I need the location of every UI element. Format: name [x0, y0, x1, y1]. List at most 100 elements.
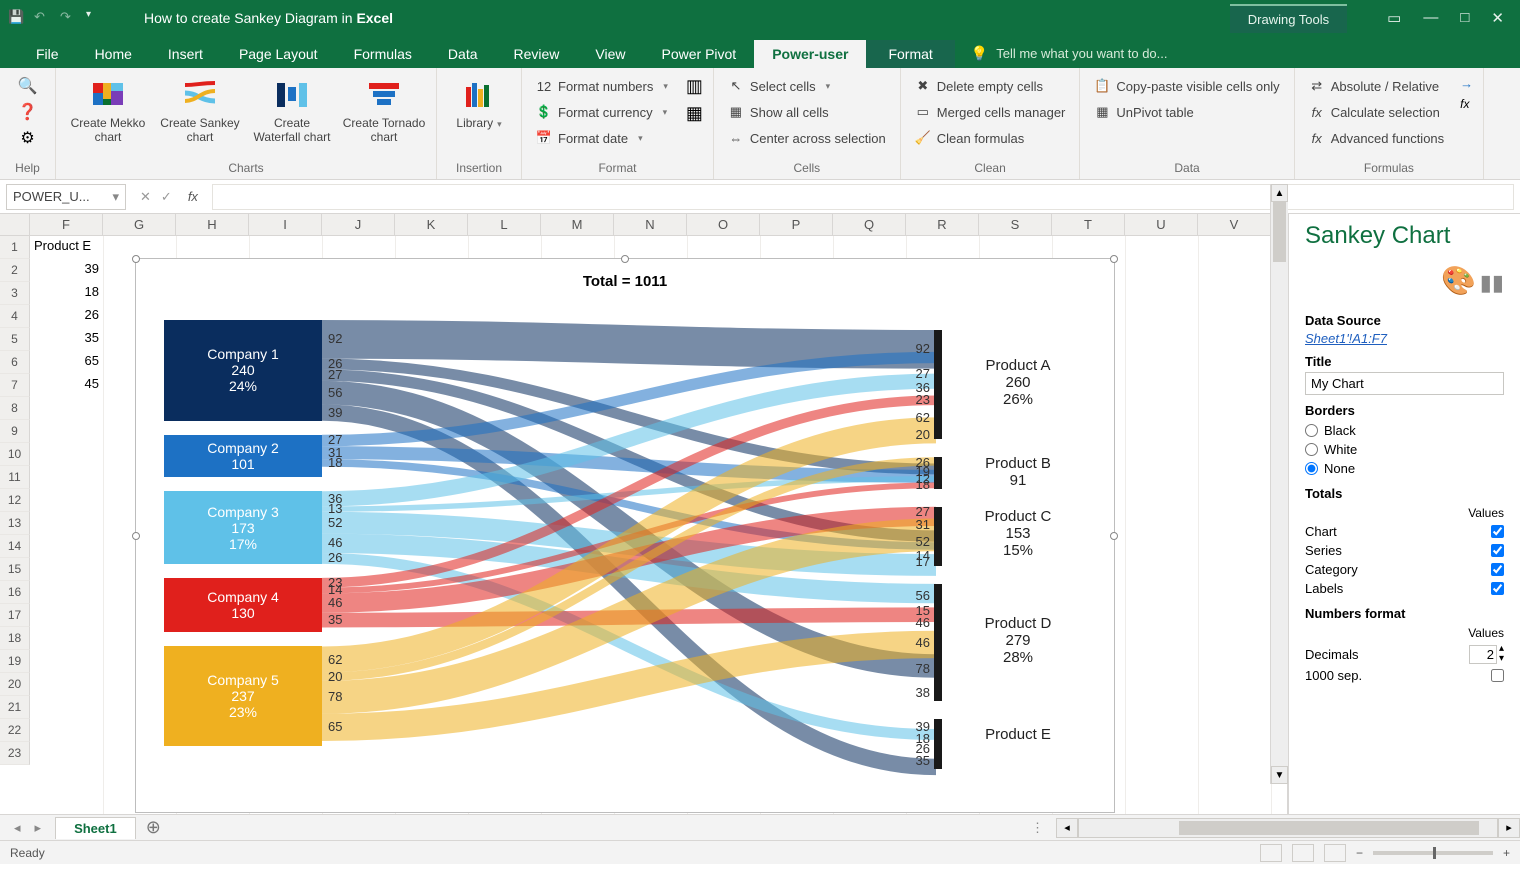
copy-visible-button[interactable]: 📋Copy-paste visible cells only [1090, 76, 1283, 96]
row-header[interactable]: 18 [0, 627, 30, 650]
scroll-down-icon[interactable]: ▼ [1271, 766, 1288, 784]
tab-insert[interactable]: Insert [150, 40, 221, 68]
row-header[interactable]: 2 [0, 259, 30, 282]
page-break-view-button[interactable] [1324, 844, 1346, 862]
row-header[interactable]: 22 [0, 719, 30, 742]
format-date-button[interactable]: 📅Format date [532, 128, 672, 148]
totals-category-check[interactable]: Category [1305, 560, 1504, 579]
scroll-up-icon[interactable]: ▲ [1271, 184, 1288, 202]
row-header[interactable]: 4 [0, 305, 30, 328]
sheet-tab-sheet1[interactable]: Sheet1 [55, 817, 136, 839]
unpivot-table-button[interactable]: ▦UnPivot table [1090, 102, 1283, 122]
create-mekko-chart-button[interactable]: Create Mekko chart [66, 72, 150, 145]
add-sheet-button[interactable]: ⊕ [146, 817, 161, 838]
create-tornado-chart-button[interactable]: Create Tornado chart [342, 72, 426, 145]
column-header[interactable]: K [395, 214, 468, 235]
redo-icon[interactable]: ↷ [60, 9, 78, 27]
chart-title-input[interactable] [1305, 372, 1504, 395]
row-header[interactable]: 23 [0, 742, 30, 765]
clean-formulas-button[interactable]: 🧹Clean formulas [911, 128, 1070, 148]
tab-review[interactable]: Review [496, 40, 578, 68]
format-currency-button[interactable]: 💲Format currency [532, 102, 672, 122]
columns-icon[interactable]: ▥ [686, 76, 703, 97]
center-across-button[interactable]: ⇔Center across selection [724, 128, 890, 148]
column-header[interactable]: U [1125, 214, 1198, 235]
row-header[interactable]: 3 [0, 282, 30, 305]
row-header[interactable]: 14 [0, 535, 30, 558]
column-header[interactable]: P [760, 214, 833, 235]
column-header[interactable]: M [541, 214, 614, 235]
sankey-panel-icon[interactable]: 🎨 [1441, 265, 1476, 296]
column-header[interactable]: L [468, 214, 541, 235]
column-header[interactable]: I [249, 214, 322, 235]
totals-series-check[interactable]: Series [1305, 541, 1504, 560]
delete-empty-cells-button[interactable]: ✖Delete empty cells [911, 76, 1070, 96]
resize-handle[interactable] [621, 255, 629, 263]
column-header[interactable]: Q [833, 214, 906, 235]
border-black-radio[interactable]: Black [1305, 421, 1504, 440]
column-header[interactable]: G [103, 214, 176, 235]
close-icon[interactable]: ✕ [1491, 9, 1504, 27]
cell[interactable]: 39 [30, 259, 103, 282]
cell[interactable]: 45 [30, 374, 103, 397]
spinner-icon[interactable]: ▴▾ [1499, 644, 1504, 664]
tab-page-layout[interactable]: Page Layout [221, 40, 336, 68]
sankey-chart-object[interactable]: Total = 1011 Company 124024%9226275639Co… [135, 258, 1115, 813]
settings-icon[interactable]: ⚙ [20, 128, 34, 148]
column-header[interactable]: T [1052, 214, 1125, 235]
totals-chart-check[interactable]: Chart [1305, 522, 1504, 541]
save-icon[interactable]: 💾 [8, 9, 26, 27]
row-header[interactable]: 16 [0, 581, 30, 604]
merged-cells-manager-button[interactable]: ▭Merged cells manager [911, 102, 1070, 122]
search-icon[interactable]: 🔍 [18, 76, 38, 96]
tab-power-pivot[interactable]: Power Pivot [644, 40, 755, 68]
zoom-in-icon[interactable]: + [1503, 846, 1510, 860]
undo-icon[interactable]: ↶ [34, 9, 52, 27]
tell-me-search[interactable]: 💡 Tell me what you want to do... [955, 39, 1184, 68]
row-header[interactable]: 11 [0, 466, 30, 489]
sheet-nav-prev-icon[interactable]: ◂ [14, 820, 21, 836]
column-header[interactable]: O [687, 214, 760, 235]
column-header[interactable]: H [176, 214, 249, 235]
page-layout-view-button[interactable] [1292, 844, 1314, 862]
scroll-right-icon[interactable]: ▸ [1498, 818, 1520, 838]
cell[interactable]: 26 [30, 305, 103, 328]
column-header[interactable]: N [614, 214, 687, 235]
resize-handle[interactable] [132, 255, 140, 263]
tab-format[interactable]: Format [866, 40, 954, 68]
resize-handle[interactable] [1110, 255, 1118, 263]
tab-power-user[interactable]: Power-user [754, 40, 866, 68]
row-header[interactable]: 21 [0, 696, 30, 719]
bar-chart-icon[interactable]: ▮▮ [1480, 270, 1504, 295]
format-numbers-button[interactable]: 12Format numbers [532, 76, 672, 96]
create-sankey-chart-button[interactable]: Create Sankey chart [158, 72, 242, 145]
normal-view-button[interactable] [1260, 844, 1282, 862]
cell[interactable]: 65 [30, 351, 103, 374]
horizontal-scrollbar[interactable]: ⋮ ◂ ▸ [1031, 818, 1520, 838]
cell[interactable]: 18 [30, 282, 103, 305]
column-header[interactable]: F [30, 214, 103, 235]
border-white-radio[interactable]: White [1305, 440, 1504, 459]
decimals-input[interactable] [1469, 645, 1497, 664]
row-header[interactable]: 5 [0, 328, 30, 351]
row-header[interactable]: 12 [0, 489, 30, 512]
accept-formula-icon[interactable]: ✓ [161, 189, 172, 205]
calculate-selection-button[interactable]: fxCalculate selection [1305, 102, 1448, 122]
column-header[interactable]: J [322, 214, 395, 235]
row-header[interactable]: 1 [0, 236, 30, 259]
row-header[interactable]: 13 [0, 512, 30, 535]
row-header[interactable]: 15 [0, 558, 30, 581]
cell[interactable]: 35 [30, 328, 103, 351]
select-cells-button[interactable]: ↖Select cells [724, 76, 890, 96]
tab-view[interactable]: View [577, 40, 643, 68]
row-header[interactable]: 8 [0, 397, 30, 420]
tab-formulas[interactable]: Formulas [336, 40, 430, 68]
totals-labels-check[interactable]: Labels [1305, 579, 1504, 598]
tab-home[interactable]: Home [77, 40, 150, 68]
arrow-right-icon[interactable]: → [1460, 76, 1473, 91]
zoom-out-icon[interactable]: − [1356, 846, 1363, 860]
zoom-slider[interactable] [1373, 851, 1493, 855]
tab-file[interactable]: File [18, 40, 77, 68]
vertical-scrollbar[interactable]: ▲ ▼ [1270, 184, 1288, 784]
row-header[interactable]: 10 [0, 443, 30, 466]
